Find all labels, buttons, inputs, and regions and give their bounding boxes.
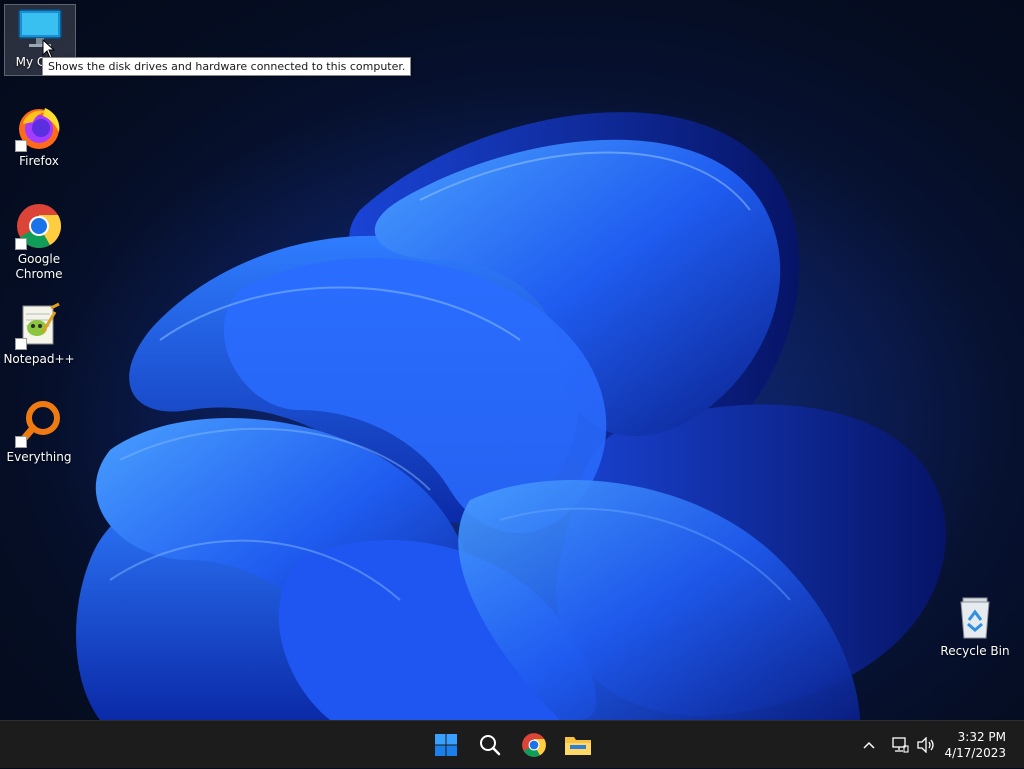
chevron-up-icon [863, 741, 875, 749]
everything-icon [15, 400, 63, 448]
desktop-icon-google-chrome[interactable]: Google Chrome [4, 202, 74, 282]
notepadpp-icon [15, 302, 63, 350]
start-button[interactable] [428, 727, 464, 763]
file-explorer-button[interactable] [560, 727, 596, 763]
tray-network-button[interactable] [888, 721, 912, 769]
desktop-icon-label: Notepad++ [3, 352, 75, 366]
shortcut-arrow-icon [15, 140, 27, 152]
desktop-icon-label: Google Chrome [4, 252, 74, 282]
speaker-icon [917, 737, 934, 753]
shortcut-arrow-icon [15, 338, 27, 350]
desktop-icon-everything[interactable]: Everything [4, 400, 74, 465]
desktop-icon-recycle-bin[interactable]: Recycle Bin [940, 594, 1010, 659]
mouse-cursor-icon [42, 39, 56, 59]
network-icon [892, 737, 909, 753]
desktop-icon-label: Everything [6, 450, 72, 464]
tray-chevron-button[interactable] [858, 721, 880, 769]
desktop-icon-label: Recycle Bin [940, 644, 1010, 658]
clock-time: 3:32 PM [957, 730, 1006, 744]
system-clock[interactable]: 3:32 PM 4/17/2023 [944, 729, 1006, 761]
monitor-icon [16, 5, 64, 53]
tooltip: Shows the disk drives and hardware conne… [42, 57, 412, 76]
windows-logo-icon [435, 734, 457, 756]
firefox-icon [15, 104, 63, 152]
taskbar-chrome-button[interactable] [516, 727, 552, 763]
search-button[interactable] [472, 727, 508, 763]
folder-icon [565, 737, 591, 755]
wallpaper-bloom [40, 90, 1000, 720]
clock-date: 4/17/2023 [944, 746, 1006, 760]
desktop-icon-firefox[interactable]: Firefox [4, 104, 74, 169]
recycle-bin-icon [951, 594, 999, 642]
chrome-icon [522, 733, 546, 757]
shortcut-arrow-icon [15, 436, 27, 448]
taskbar: 3:32 PM 4/17/2023 [0, 720, 1024, 768]
desktop-icon-label-text: Google Chrome [15, 252, 63, 281]
desktop-icon-label: Firefox [19, 154, 59, 168]
chrome-icon [15, 202, 63, 250]
tray-volume-button[interactable] [914, 721, 938, 769]
shortcut-arrow-icon [15, 238, 27, 250]
search-icon [480, 735, 501, 756]
desktop-icon-notepadpp[interactable]: Notepad++ [3, 302, 75, 367]
